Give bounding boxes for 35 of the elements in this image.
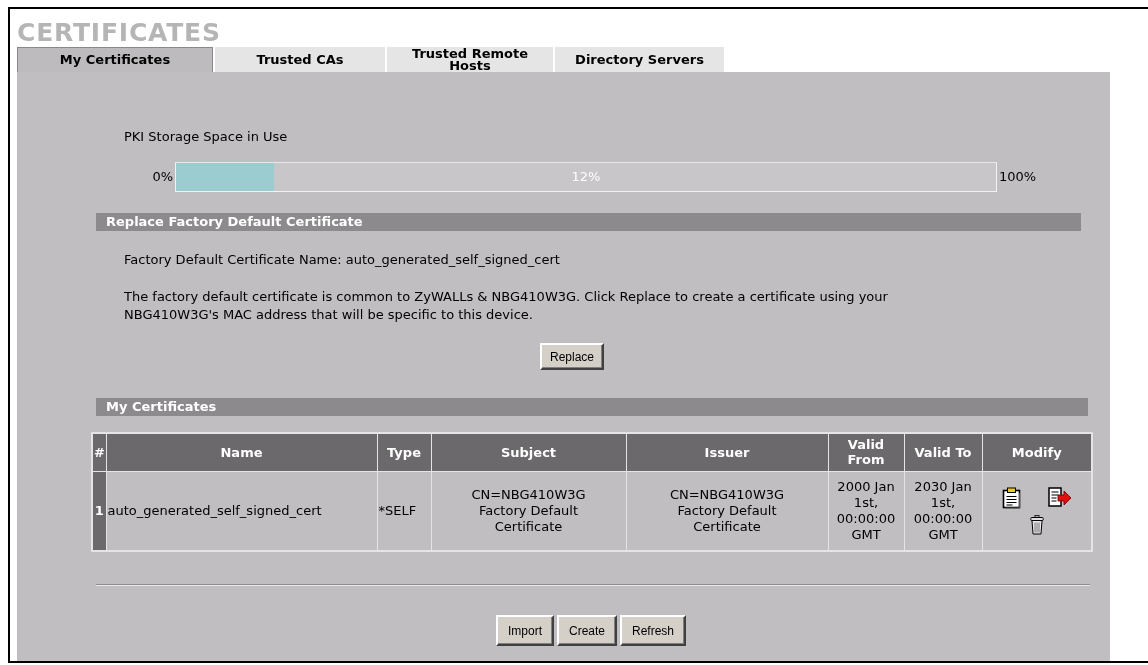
action-button[interactable]: Create (556, 615, 617, 646)
column-header: Name (106, 433, 377, 471)
scale-label: 100% (999, 169, 1037, 185)
row-number: 1 (92, 471, 106, 551)
section-header: Replace Factory Default Certificate (96, 213, 1081, 231)
table-cell: auto_generated_self_signed_cert (106, 471, 377, 551)
tab[interactable]: Directory Servers (555, 47, 724, 72)
section-header: My Certificates (96, 398, 1088, 416)
column-header: Modify (982, 433, 1092, 471)
replace-button[interactable]: Replace (540, 343, 604, 370)
tab[interactable]: Trusted Remote Hosts (387, 47, 553, 72)
column-header: Subject (431, 433, 626, 471)
column-header: # (92, 433, 106, 471)
page-title: CERTIFICATES (17, 17, 221, 47)
action-button[interactable]: Import (495, 615, 554, 646)
column-header: Type (377, 433, 431, 471)
table-cell: 2000 Jan 1st, 00:00:00 GMT (828, 471, 904, 551)
description-text: The factory default certificate is common to ZyWALLs & NBG410W3G. Click Replace to create a certificate using your NBG410W3G's MAC address that will be specific to this device. (124, 288, 889, 324)
document-arrow-icon[interactable] (1047, 486, 1072, 508)
column-header: Issuer (626, 433, 828, 471)
action-button[interactable]: Refresh (620, 615, 687, 646)
tab[interactable]: Trusted CAs (215, 47, 385, 72)
progress-reading: 12% (571, 169, 601, 185)
table-cell-text: CN=NBG410W3G Factory Default Certificate (668, 486, 786, 535)
clipboard-icon[interactable] (1001, 486, 1022, 509)
column-header: Valid To (904, 433, 982, 471)
table-cell: 2030 Jan 1st, 00:00:00 GMT (904, 471, 982, 551)
certificate-name-text: Factory Default Certificate Name: auto_generated_self_signed_cert (124, 252, 560, 268)
scale-label: 0% (152, 169, 173, 184)
column-header: Valid From (828, 433, 904, 471)
table-cell: *SELF (377, 471, 431, 551)
storage-label: PKI Storage Space in Use (124, 129, 288, 145)
table-cell-text: CN=NBG410W3G Factory Default Certificate (470, 486, 587, 535)
trash-icon[interactable] (1029, 514, 1044, 535)
tab[interactable]: My Certificates (17, 47, 213, 72)
